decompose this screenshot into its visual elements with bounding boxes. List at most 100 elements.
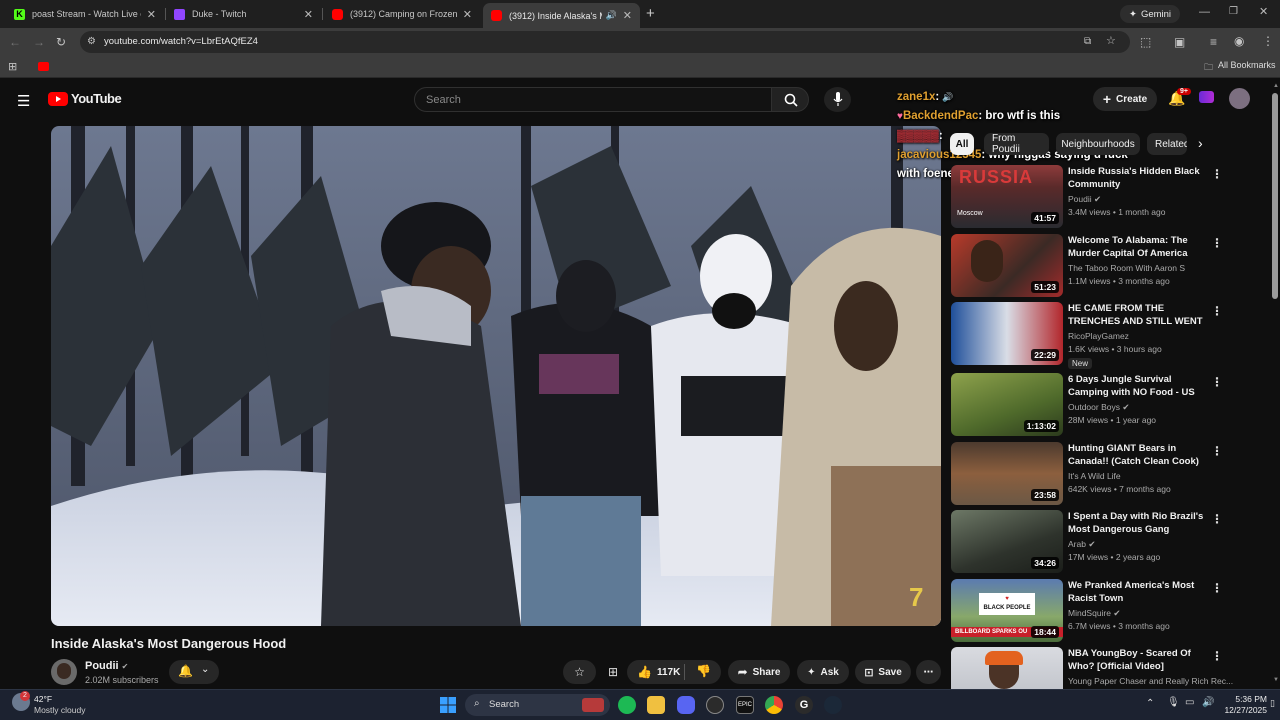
- app-g-icon[interactable]: G: [795, 696, 813, 714]
- clock-date[interactable]: 12/27/2025: [1221, 705, 1267, 715]
- steam-icon[interactable]: [824, 696, 842, 714]
- rec-title[interactable]: We Pranked America's Most Racist Town: [1068, 579, 1208, 605]
- star-button[interactable]: ☆: [563, 660, 596, 684]
- rec-title[interactable]: Inside Russia's Hidden Black Community: [1068, 165, 1208, 191]
- rec-title[interactable]: Welcome To Alabama: The Murder Capital O…: [1068, 234, 1208, 260]
- chip-related[interactable]: Related: [1147, 133, 1187, 155]
- file-explorer-icon[interactable]: [647, 696, 665, 714]
- rec-item[interactable]: NBA YoungBoy - Scared Of Who? [Official …: [951, 647, 1251, 689]
- speaker-icon[interactable]: 🔊: [606, 10, 617, 21]
- all-bookmarks[interactable]: 🗀 All Bookmarks: [1204, 60, 1276, 76]
- rec-thumbnail[interactable]: 51:23: [951, 234, 1063, 297]
- close-icon[interactable]: ✕: [463, 8, 472, 21]
- tab-youtube-alaska[interactable]: (3912) Inside Alaska's Most 🔊 ✕: [483, 3, 640, 28]
- scroll-up-icon[interactable]: ▲: [1273, 83, 1279, 89]
- rec-channel[interactable]: MindSquire ✔: [1068, 608, 1121, 619]
- search-input[interactable]: Search: [414, 87, 772, 112]
- rec-channel[interactable]: RicoPlayGamez: [1068, 331, 1129, 341]
- windows-start-icon[interactable]: [440, 697, 456, 713]
- hamburger-menu-icon[interactable]: ☰: [17, 92, 30, 110]
- rec-item[interactable]: ♥ BLACK PEOPLE BILLBOARD SPARKS OU 18:44 …: [951, 579, 1251, 643]
- more-options-icon[interactable]: ⋮: [1211, 236, 1223, 250]
- forward-icon[interactable]: →: [33, 35, 45, 49]
- rec-channel[interactable]: The Taboo Room With Aaron S: [1068, 263, 1185, 273]
- rec-thumbnail[interactable]: [951, 647, 1063, 689]
- minimize-icon[interactable]: —: [1199, 6, 1210, 18]
- create-button[interactable]: + Create: [1093, 87, 1157, 111]
- youtube-bookmark-icon[interactable]: [38, 62, 49, 71]
- close-icon[interactable]: ✕: [147, 8, 156, 21]
- voice-search-button[interactable]: [824, 87, 851, 112]
- video-player[interactable]: 7: [51, 126, 941, 626]
- more-options-icon[interactable]: ⋮: [1211, 167, 1223, 181]
- rec-title[interactable]: Hunting GIANT Bears in Canada!! (Catch C…: [1068, 442, 1208, 468]
- rec-channel[interactable]: Outdoor Boys ✔: [1068, 402, 1129, 413]
- chip-all[interactable]: All: [950, 133, 974, 155]
- rec-channel[interactable]: Young Paper Chaser and Really Rich Rec..…: [1068, 676, 1233, 686]
- taskbar-search[interactable]: ⌕ Search: [465, 694, 610, 716]
- clock-time[interactable]: 5:36 PM: [1225, 694, 1267, 704]
- channel-avatar[interactable]: [51, 659, 77, 685]
- scrollbar-thumb[interactable]: [1272, 93, 1278, 299]
- new-tab-icon[interactable]: +: [646, 5, 655, 22]
- reading-list-icon[interactable]: ≡: [1210, 35, 1217, 49]
- rec-item[interactable]: 22:29 HE CAME FROM THE TRENCHES AND STIL…: [951, 302, 1251, 369]
- more-actions-button[interactable]: ⋯: [916, 660, 941, 684]
- scroll-down-icon[interactable]: ▼: [1273, 677, 1279, 683]
- ask-button[interactable]: ✦ Ask: [797, 660, 849, 684]
- like-button[interactable]: 👍 117K 👎: [627, 660, 721, 684]
- gemini-button[interactable]: ✦ Gemini: [1120, 5, 1180, 23]
- youtube-logo[interactable]: YouTube: [48, 91, 122, 106]
- chevron-up-icon[interactable]: ⌃: [1146, 698, 1154, 709]
- save-button[interactable]: ⊡ Save: [855, 660, 911, 684]
- rec-item[interactable]: 1:13:02 6 Days Jungle Survival Camping w…: [951, 373, 1251, 437]
- grid-icon[interactable]: ⊞: [608, 665, 618, 679]
- avatar[interactable]: [1229, 88, 1250, 109]
- rec-item[interactable]: 23:58 Hunting GIANT Bears in Canada!! (C…: [951, 442, 1251, 506]
- rec-item[interactable]: RUSSIA Moscow 41:57 Inside Russia's Hidd…: [951, 165, 1251, 229]
- tab-kick[interactable]: K poast Stream - Watch Live on K ✕: [6, 3, 164, 25]
- extensions-icon[interactable]: ⬚: [1140, 35, 1151, 49]
- discord-icon[interactable]: [677, 696, 695, 714]
- rec-thumbnail[interactable]: 1:13:02: [951, 373, 1063, 436]
- rec-thumbnail[interactable]: ♥ BLACK PEOPLE BILLBOARD SPARKS OU 18:44: [951, 579, 1063, 642]
- rec-thumbnail[interactable]: 34:26: [951, 510, 1063, 573]
- volume-icon[interactable]: 🔊: [1202, 697, 1214, 708]
- install-icon[interactable]: ⧉: [1084, 35, 1091, 49]
- rec-title[interactable]: I Spent a Day with Rio Brazil's Most Dan…: [1068, 510, 1208, 536]
- profile-icon[interactable]: ◉: [1234, 34, 1244, 48]
- rec-thumbnail[interactable]: RUSSIA Moscow 41:57: [951, 165, 1063, 228]
- chrome-icon[interactable]: [765, 696, 783, 714]
- close-icon[interactable]: ✕: [623, 9, 632, 22]
- share-button[interactable]: ➦ Share: [728, 660, 790, 684]
- bookmark-star-icon[interactable]: ☆: [1106, 34, 1116, 48]
- rec-title[interactable]: HE CAME FROM THE TRENCHES AND STILL WENT…: [1068, 302, 1208, 328]
- rec-channel[interactable]: Arab ✔: [1068, 539, 1095, 550]
- chevron-right-icon[interactable]: ›: [1198, 135, 1203, 151]
- tab-twitch[interactable]: Duke - Twitch ✕: [166, 3, 321, 25]
- thumbs-down-icon[interactable]: 👎: [696, 664, 711, 678]
- page-scrollbar[interactable]: ▲ ▼: [1270, 79, 1280, 689]
- rec-title[interactable]: 6 Days Jungle Survival Camping with NO F…: [1068, 373, 1208, 399]
- network-icon[interactable]: ▭: [1185, 697, 1194, 708]
- overlay-app-icon[interactable]: [706, 696, 724, 714]
- search-button[interactable]: [771, 87, 809, 112]
- rec-thumbnail[interactable]: 22:29: [951, 302, 1063, 365]
- address-bar[interactable]: ⚙ youtube.com/watch?v=LbrEtAQfEZ4 ⧉ ☆: [80, 31, 1130, 53]
- rec-item[interactable]: 51:23 Welcome To Alabama: The Murder Cap…: [951, 234, 1251, 298]
- more-options-icon[interactable]: ⋮: [1211, 375, 1223, 389]
- more-options-icon[interactable]: ⋮: [1211, 512, 1223, 526]
- apps-icon[interactable]: ⊞: [8, 60, 17, 74]
- sidepanel-icon[interactable]: ▣: [1174, 35, 1185, 49]
- restore-icon[interactable]: ❐: [1229, 6, 1238, 17]
- notifications-tray-icon[interactable]: ▯: [1270, 698, 1275, 709]
- chip-from-poudii[interactable]: From Poudii: [984, 133, 1049, 155]
- rec-item[interactable]: 34:26 I Spent a Day with Rio Brazil's Mo…: [951, 510, 1251, 574]
- more-options-icon[interactable]: ⋮: [1211, 649, 1223, 663]
- reload-icon[interactable]: ↻: [56, 35, 66, 49]
- channel-name[interactable]: Poudii ✔: [85, 660, 128, 672]
- rec-channel[interactable]: Poudii ✔: [1068, 194, 1101, 205]
- rec-channel[interactable]: It's A Wild Life: [1068, 471, 1121, 481]
- more-options-icon[interactable]: ⋮: [1211, 304, 1223, 318]
- premium-icon[interactable]: [1199, 91, 1214, 103]
